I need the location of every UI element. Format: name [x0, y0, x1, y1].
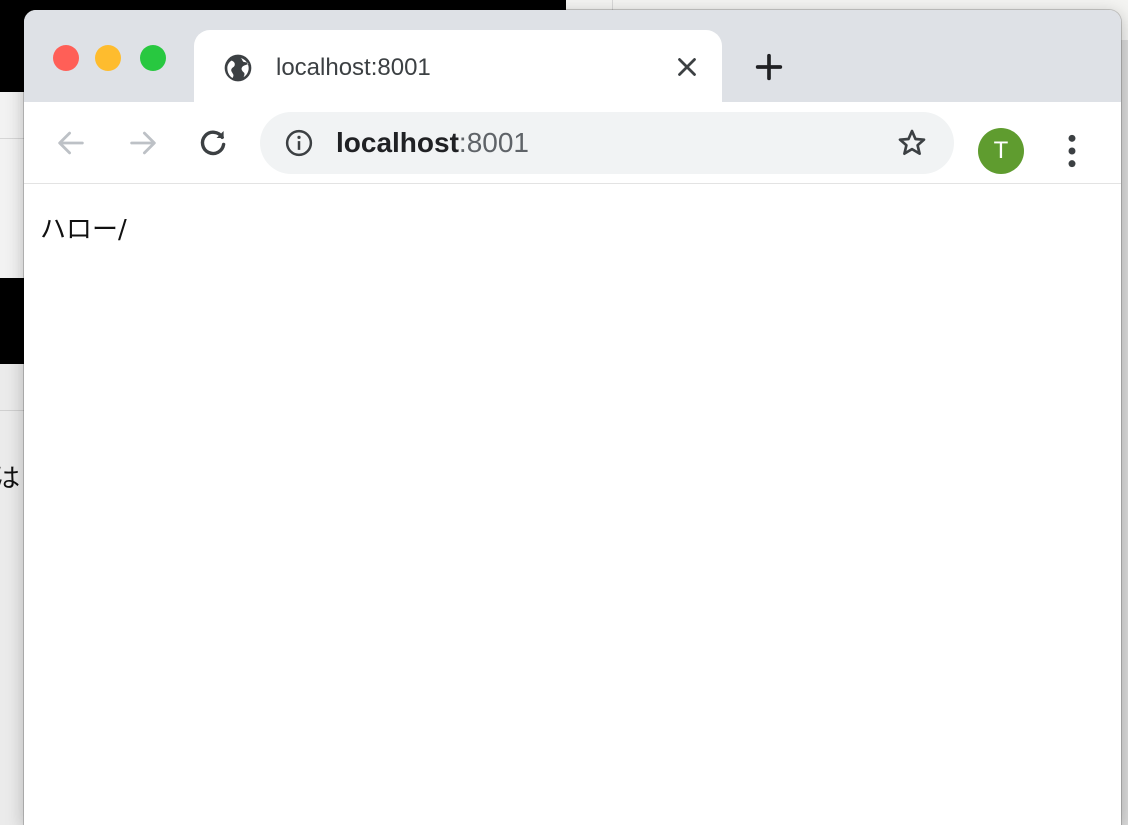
info-icon[interactable] — [284, 128, 314, 158]
window-maximize-button[interactable] — [140, 45, 166, 71]
url-host: localhost — [336, 127, 459, 158]
arrow-left-icon[interactable] — [54, 126, 88, 160]
close-icon[interactable] — [672, 52, 702, 82]
arrow-right-icon[interactable] — [126, 126, 160, 160]
address-bar[interactable]: localhost:8001 — [260, 112, 954, 174]
plus-icon[interactable] — [752, 50, 786, 84]
address-url: localhost:8001 — [336, 126, 529, 160]
background-text-fragment: は — [0, 464, 21, 494]
star-icon[interactable] — [896, 127, 928, 159]
globe-icon — [224, 54, 252, 82]
tab-title: localhost:8001 — [276, 54, 431, 81]
page-content: ハロー/ — [24, 185, 1121, 825]
window-minimize-button[interactable] — [95, 45, 121, 71]
browser-window: localhost:8001 localhost:8001 T ハロー/ — [24, 10, 1121, 825]
page-body-text: ハロー/ — [40, 215, 127, 245]
tab-localhost[interactable]: localhost:8001 — [194, 30, 722, 102]
window-close-button[interactable] — [53, 45, 79, 71]
tab-strip: localhost:8001 — [24, 10, 1121, 102]
url-port: :8001 — [458, 127, 529, 158]
browser-toolbar: localhost:8001 T — [24, 102, 1121, 184]
profile-avatar[interactable]: T — [978, 128, 1024, 174]
reload-icon[interactable] — [196, 126, 230, 160]
kebab-menu-icon[interactable] — [1058, 132, 1086, 170]
